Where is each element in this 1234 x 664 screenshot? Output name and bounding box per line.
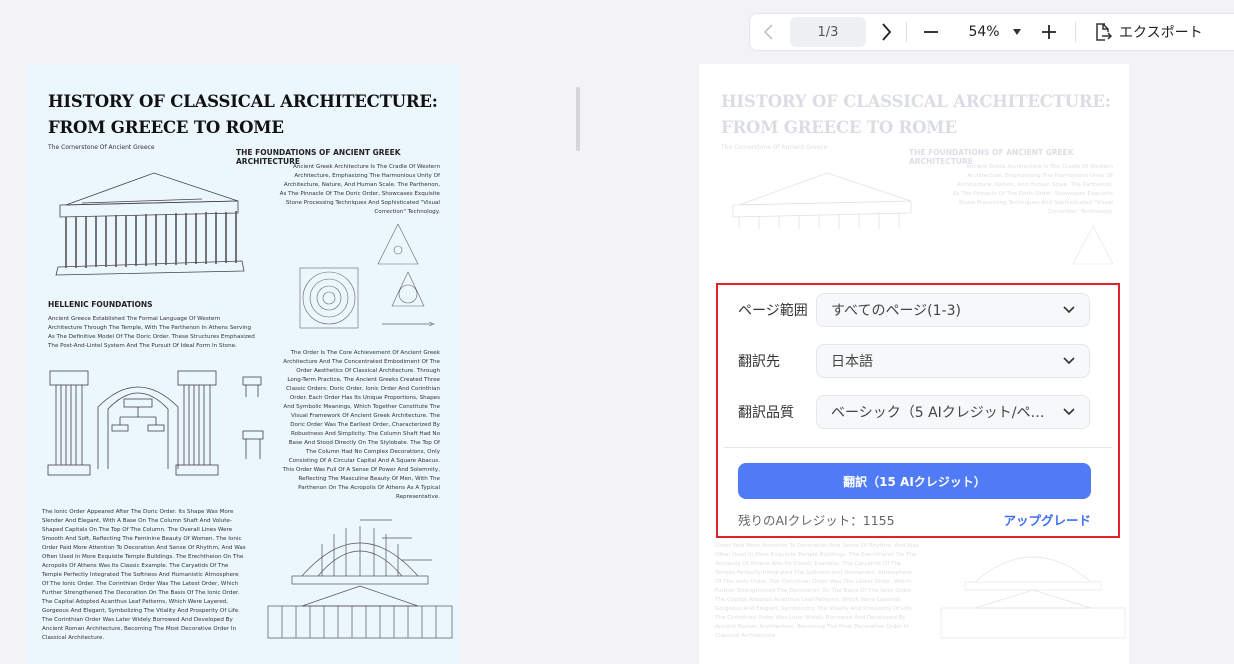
quality-row: 翻訳品質 ベーシック（5 AIクレジット/ページ） (738, 395, 1090, 429)
document-title-line: FROM GREECE TO ROME (48, 118, 284, 137)
zoom-dropdown-button[interactable] (1005, 13, 1029, 51)
page-indicator[interactable]: 1/3 (790, 17, 866, 47)
chevron-right-icon (882, 23, 892, 41)
viewer-toolbar: 1/3 54% エクスポート (749, 13, 1234, 51)
chevron-down-icon (1063, 408, 1075, 416)
prev-page-button[interactable] (750, 13, 788, 51)
preview-triangle-diagram (1072, 225, 1114, 265)
document-title-line: HISTORY OF CLASSICAL ARCHITECTURE: (48, 92, 438, 111)
page-range-label: ページ範囲 (738, 303, 808, 319)
chevron-down-icon (1063, 357, 1075, 365)
target-language-label: 翻訳先 (738, 354, 780, 370)
caret-down-icon (1013, 29, 1021, 35)
remaining-credits: 残りのAIクレジット：1155 (738, 513, 895, 528)
preview-title-line: HISTORY OF CLASSICAL ARCHITECTURE: (721, 92, 1111, 111)
column-orders-illustration (47, 370, 264, 476)
hellenic-paragraph: Ancient Greece Established The Formal La… (48, 316, 255, 349)
order-paragraph: The Order Is The Core Achievement Of Anc… (282, 350, 440, 500)
preview-ionic-paragraph: Order Paid More Attention To Decoration … (715, 543, 919, 639)
minus-icon (924, 31, 938, 33)
preview-title-line: FROM GREECE TO ROME (721, 118, 957, 137)
domed-building-illustration (267, 519, 453, 639)
chevron-left-icon (763, 24, 773, 40)
document-title: HISTORY OF CLASSICAL ARCHITECTURE: FROM … (48, 89, 448, 141)
page-range-select[interactable]: すべてのページ(1-3) (816, 293, 1090, 327)
geometry-diagrams (299, 224, 435, 329)
export-label: エクスポート (1119, 25, 1203, 41)
translation-settings-panel: ページ範囲 すべてのページ(1-3) 翻訳先 日本語 翻訳品質 ベーシック（5 … (716, 283, 1120, 538)
zoom-level[interactable]: 54% (963, 24, 1005, 40)
translate-button[interactable]: 翻訳（15 AIクレジット） (738, 463, 1091, 499)
target-language-select[interactable]: 日本語 (816, 344, 1090, 378)
target-language-value: 日本語 (831, 354, 873, 370)
quality-label: 翻訳品質 (738, 405, 794, 421)
original-document-page: HISTORY OF CLASSICAL ARCHITECTURE: FROM … (26, 64, 459, 664)
page-range-value: すべてのページ(1-3) (831, 303, 961, 319)
foundations-paragraph: Ancient Greek Architecture Is The Cradle… (279, 164, 440, 215)
quality-value: ベーシック（5 AIクレジット/ページ） (831, 405, 1057, 421)
ionic-paragraph: The Ionic Order Appeared After The Doric… (42, 509, 246, 641)
quality-select[interactable]: ベーシック（5 AIクレジット/ページ） (816, 395, 1090, 429)
next-page-button[interactable] (866, 13, 906, 51)
panel-divider (724, 447, 1112, 448)
upgrade-link[interactable]: アップグレード (1003, 510, 1091, 529)
export-button[interactable]: エクスポート (1094, 13, 1203, 51)
chevron-down-icon (1063, 306, 1075, 314)
preview-subtitle: The Cornerstone Of Ancient Greece (721, 144, 828, 151)
scrollbar-thumb[interactable] (576, 87, 580, 151)
toolbar-divider (906, 22, 907, 42)
preview-parthenon-illustration (732, 172, 912, 229)
preview-title: HISTORY OF CLASSICAL ARCHITECTURE: FROM … (721, 89, 1121, 141)
preview-domed-building (940, 556, 1126, 639)
zoom-in-button[interactable] (1029, 13, 1069, 51)
parthenon-illustration (55, 172, 245, 276)
page-range-row: ページ範囲 すべてのページ(1-3) (738, 293, 1090, 327)
plus-icon (1042, 25, 1056, 39)
preview-paragraph: Ancient Greek Architecture Is The Cradle… (952, 164, 1113, 215)
document-subtitle: The Cornerstone Of Ancient Greece (48, 144, 155, 151)
export-icon (1096, 23, 1112, 41)
section-heading-hellenic: HELLENIC FOUNDATIONS (48, 300, 153, 309)
target-language-row: 翻訳先 日本語 (738, 344, 1090, 378)
zoom-out-button[interactable] (911, 13, 951, 51)
toolbar-divider (1075, 22, 1076, 42)
